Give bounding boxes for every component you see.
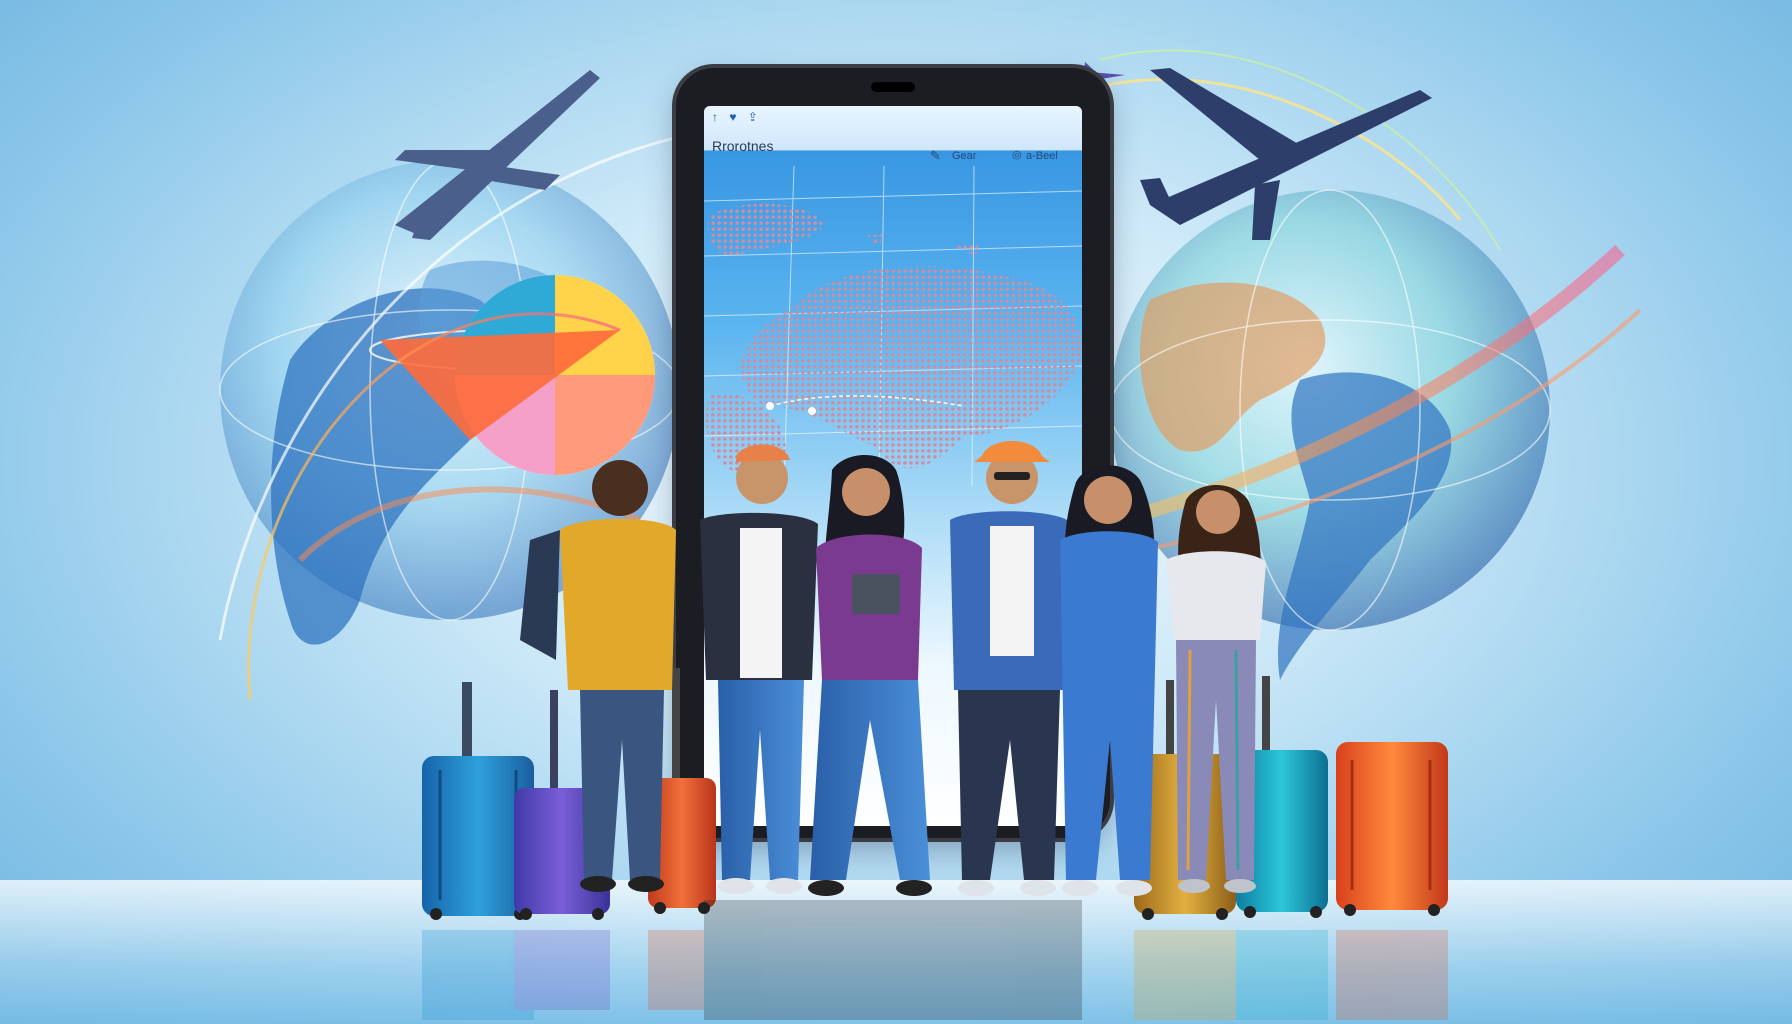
traveler-3 bbox=[808, 455, 932, 896]
travel-illustration: ↑ ♥ ⇪ Rrorotnes ✎ Gear ◎ a-Beel bbox=[0, 0, 1792, 1024]
suitcase-icon-red bbox=[1336, 742, 1448, 916]
traveler-2 bbox=[700, 444, 818, 894]
traveler-5 bbox=[1060, 465, 1158, 896]
foreground-art bbox=[422, 441, 1448, 1020]
traveler-4 bbox=[950, 441, 1070, 896]
tablet-in-hand bbox=[852, 574, 900, 614]
floor-reflection bbox=[422, 900, 1448, 1020]
